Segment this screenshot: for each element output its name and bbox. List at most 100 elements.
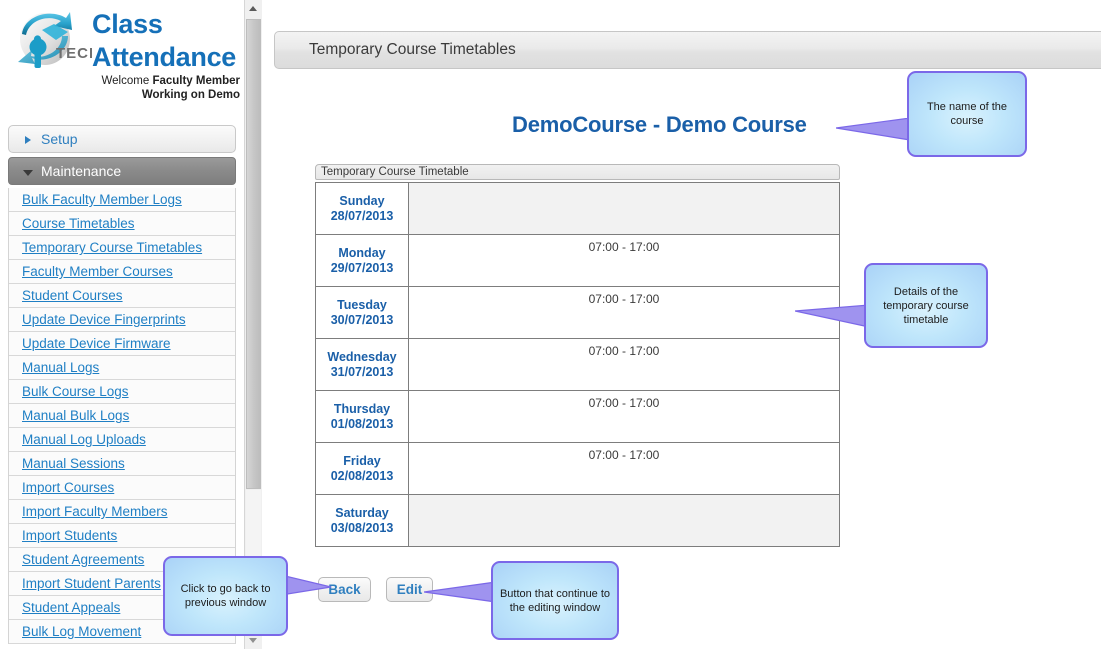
table-row: Friday 02/08/2013 07:00 - 17:00 (315, 442, 840, 495)
callout-course-name-tail (836, 118, 912, 142)
sidebar-item-label: Temporary Course Timetables (22, 240, 203, 255)
sidebar-group-maintenance-label: Maintenance (41, 163, 122, 179)
day-name: Thursday (333, 401, 391, 416)
sidebar-item-label: Update Device Fingerprints (22, 312, 186, 327)
sidebar-item-label: Student Courses (22, 288, 123, 303)
callout-back: Click to go back to previous window (163, 556, 288, 636)
sidebar-item-manual-bulk-logs[interactable]: Manual Bulk Logs (9, 404, 235, 428)
day-date: 31/07/2013 (330, 364, 394, 379)
timetable: Sunday 28/07/2013 Monday 29/07/2013 07:0… (315, 182, 840, 547)
page-title: Temporary Course Timetables (309, 41, 516, 58)
callout-details-text: Details of the temporary course timetabl… (883, 285, 969, 326)
table-row: Monday 29/07/2013 07:00 - 17:00 (315, 234, 840, 287)
timetable-slot-cell: 07:00 - 17:00 (408, 286, 840, 339)
day-date: 30/07/2013 (330, 312, 394, 327)
brand-line-2: Attendance (92, 42, 237, 72)
table-row: Thursday 01/08/2013 07:00 - 17:00 (315, 390, 840, 443)
timetable-day-cell: Thursday 01/08/2013 (315, 390, 409, 443)
sidebar-item-label: Bulk Faculty Member Logs (22, 192, 182, 207)
chevron-down-icon (249, 638, 257, 643)
day-name: Monday (338, 245, 386, 260)
chevron-up-icon (249, 6, 257, 11)
scrollbar-thumb[interactable] (246, 19, 261, 489)
sidebar-group-setup[interactable]: Setup (8, 125, 236, 153)
sidebar-item-label: Bulk Log Movement (22, 624, 142, 639)
timetable-slot-cell: 07:00 - 17:00 (408, 442, 840, 495)
sidebar-item-manual-sessions[interactable]: Manual Sessions (9, 452, 235, 476)
sidebar-item-course-timetables[interactable]: Course Timetables (9, 212, 235, 236)
timetable-day-cell: Tuesday 30/07/2013 (315, 286, 409, 339)
sidebar-item-label: Bulk Course Logs (22, 384, 129, 399)
timetable-day-cell: Wednesday 31/07/2013 (315, 338, 409, 391)
sidebar: TECH Class Attendance Welcome Faculty Me… (0, 0, 244, 649)
sidebar-item-manual-log-uploads[interactable]: Manual Log Uploads (9, 428, 235, 452)
sidebar-item-import-students[interactable]: Import Students (9, 524, 235, 548)
day-name: Wednesday (327, 349, 397, 364)
day-date: 01/08/2013 (330, 416, 394, 431)
brand-line-1: Class (92, 9, 163, 39)
callout-back-tail (281, 575, 333, 599)
day-date: 29/07/2013 (330, 260, 394, 275)
sidebar-item-import-faculty-members[interactable]: Import Faculty Members (9, 500, 235, 524)
app-root: TECH Class Attendance Welcome Faculty Me… (0, 0, 1101, 649)
timetable-day-cell: Monday 29/07/2013 (315, 234, 409, 287)
sidebar-item-label: Import Students (22, 528, 118, 543)
callout-back-text: Click to go back to previous window (180, 583, 271, 609)
timetable-slot-cell: 07:00 - 17:00 (408, 390, 840, 443)
timetable-day-cell: Sunday 28/07/2013 (315, 182, 409, 235)
sidebar-item-label: Student Agreements (22, 552, 145, 567)
sidebar-item-label: Student Appeals (22, 600, 121, 615)
day-name: Friday (343, 453, 381, 468)
sidebar-item-update-device-firmware[interactable]: Update Device Firmware (9, 332, 235, 356)
day-date: 28/07/2013 (330, 208, 394, 223)
sidebar-group-setup-label: Setup (41, 131, 78, 147)
table-row: Saturday 03/08/2013 (315, 494, 840, 547)
sidebar-item-temporary-course-timetables[interactable]: Temporary Course Timetables (9, 236, 235, 260)
sidebar-item-update-device-fingerprints[interactable]: Update Device Fingerprints (9, 308, 235, 332)
sidebar-item-import-courses[interactable]: Import Courses (9, 476, 235, 500)
welcome-message: Welcome Faculty Member Working on Demo (60, 74, 240, 102)
table-row: Tuesday 30/07/2013 07:00 - 17:00 (315, 286, 840, 339)
callout-edit-text: Button that continue to the editing wind… (499, 587, 611, 614)
callout-course-name-text: The name of the course (926, 101, 1008, 127)
scrollbar-up-button[interactable] (245, 0, 262, 17)
sidebar-item-label: Import Faculty Members (22, 504, 168, 519)
svg-text:TECH: TECH (56, 45, 92, 62)
sidebar-item-label: Manual Bulk Logs (22, 408, 130, 423)
timetable-day-cell: Friday 02/08/2013 (315, 442, 409, 495)
brand-title: Class Attendance (92, 8, 240, 74)
day-name: Tuesday (337, 297, 387, 312)
page-header-bar: Temporary Course Timetables (274, 31, 1101, 69)
working-on-label: Working on Demo (141, 89, 240, 101)
day-date: 03/08/2013 (330, 520, 394, 535)
day-name: Sunday (339, 193, 385, 208)
sidebar-item-manual-logs[interactable]: Manual Logs (9, 356, 235, 380)
sidebar-item-student-courses[interactable]: Student Courses (9, 284, 235, 308)
chevron-right-icon (25, 136, 31, 144)
sidebar-item-label: Course Timetables (22, 216, 135, 231)
sidebar-item-label: Manual Log Uploads (22, 432, 146, 447)
callout-course-name: The name of the course (907, 71, 1027, 157)
timetable-caption: Temporary Course Timetable (315, 164, 840, 180)
callout-details: Details of the temporary course timetabl… (864, 263, 988, 348)
sidebar-item-faculty-member-courses[interactable]: Faculty Member Courses (9, 260, 235, 284)
welcome-prefix: Welcome (101, 75, 153, 87)
callout-edit-tail (424, 580, 498, 604)
iptech-globe-logo-icon: TECH (12, 6, 100, 78)
callout-edit: Button that continue to the editing wind… (491, 561, 619, 640)
sidebar-item-bulk-course-logs[interactable]: Bulk Course Logs (9, 380, 235, 404)
table-row: Sunday 28/07/2013 (315, 182, 840, 235)
sidebar-group-maintenance[interactable]: Maintenance (8, 157, 236, 185)
sidebar-item-bulk-faculty-member-logs[interactable]: Bulk Faculty Member Logs (9, 188, 235, 212)
table-row: Wednesday 31/07/2013 07:00 - 17:00 (315, 338, 840, 391)
day-date: 02/08/2013 (330, 468, 394, 483)
sidebar-item-label: Manual Logs (22, 360, 100, 375)
brand-header: TECH Class Attendance Welcome Faculty Me… (0, 0, 244, 110)
day-name: Saturday (335, 505, 389, 520)
sidebar-item-label: Import Courses (22, 480, 115, 495)
chevron-down-icon (23, 170, 33, 176)
vertical-scrollbar[interactable] (244, 0, 263, 649)
sidebar-item-label: Import Student Parents (22, 576, 161, 591)
timetable-day-cell: Saturday 03/08/2013 (315, 494, 409, 547)
timetable-slot-cell: 07:00 - 17:00 (408, 338, 840, 391)
